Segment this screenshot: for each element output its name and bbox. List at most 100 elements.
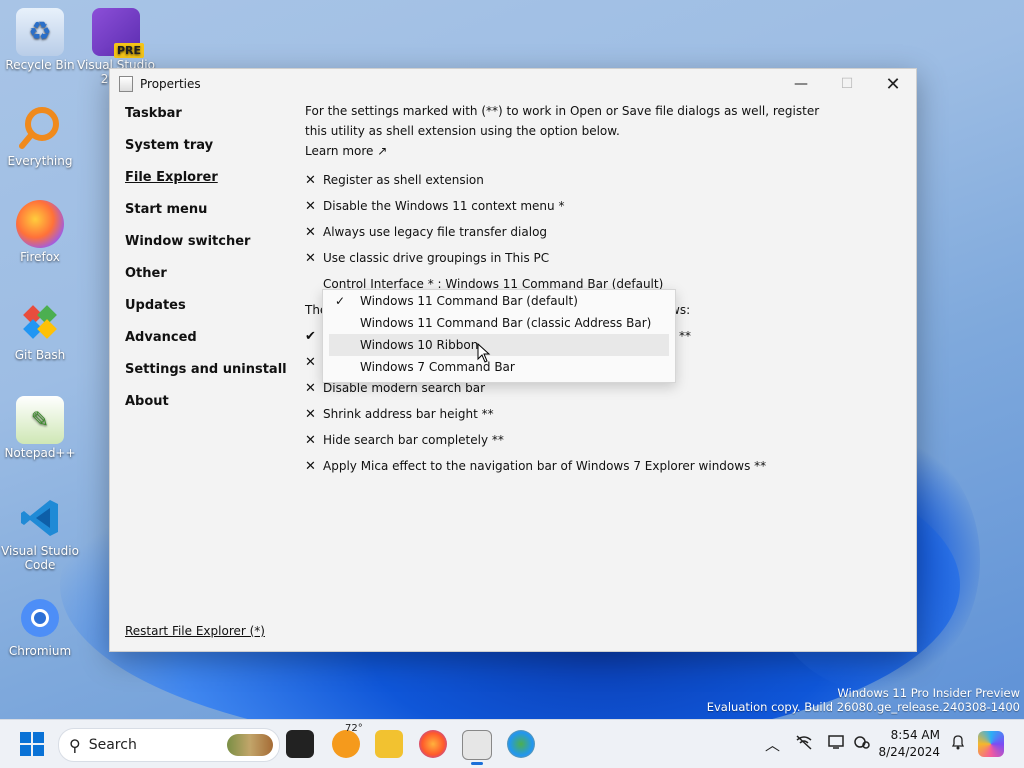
weather-temperature: 72° — [345, 723, 363, 734]
option-mica-effect[interactable]: ✕ Apply Mica effect to the navigation ba… — [305, 453, 895, 479]
nav-item-start-menu[interactable]: Start menu — [125, 201, 295, 233]
watermark-line-1: Windows 11 Pro Insider Preview — [837, 686, 1020, 700]
system-clock[interactable]: 8:54 AM 8/24/2024 — [878, 727, 940, 761]
windows-logo-pane — [20, 745, 31, 756]
desktop-icon-label: Firefox — [20, 250, 60, 264]
nav-item-system-tray[interactable]: System tray — [125, 137, 295, 169]
control-interface-dropdown: ✓ Windows 11 Command Bar (default) Windo… — [322, 289, 676, 383]
dropdown-item-win7-command-bar[interactable]: Windows 7 Command Bar — [323, 356, 675, 378]
settings-nav: Taskbar System tray File Explorer Start … — [125, 105, 295, 425]
nav-item-updates[interactable]: Updates — [125, 297, 295, 329]
notepad-plus-plus-icon: ✎ — [16, 396, 64, 444]
nav-item-file-explorer[interactable]: File Explorer — [125, 169, 295, 201]
evaluation-watermark: Windows 11 Pro Insider Preview Evaluatio… — [707, 686, 1020, 714]
desktop-icon-vscode[interactable]: Visual Studio Code — [0, 494, 80, 572]
nav-item-settings-uninstall[interactable]: Settings and uninstall — [125, 361, 295, 393]
dropdown-item-win11-classic-address[interactable]: Windows 11 Command Bar (classic Address … — [323, 312, 675, 334]
maximize-button[interactable]: ☐ — [824, 69, 870, 99]
desktop-icon-label: Recycle Bin — [5, 58, 75, 72]
check-icon: ✓ — [335, 294, 346, 308]
desktop-icon-everything[interactable]: Everything — [0, 104, 80, 168]
unchecked-x-icon: ✕ — [305, 458, 316, 474]
watermark-line-2: Evaluation copy. Build 26080.ge_release.… — [706, 700, 1020, 714]
intro-text-line-1: For the settings marked with (**) to wor… — [305, 104, 820, 118]
learn-more-link[interactable]: Learn more ↗ — [305, 141, 895, 161]
unchecked-x-icon: ✕ — [305, 432, 316, 448]
window-title: Properties — [140, 77, 201, 91]
notification-bell-icon[interactable] — [950, 734, 966, 754]
windows-logo-pane — [33, 745, 44, 756]
taskbar: ⚲ Search 72° ︿ 8:54 AM 8/24/2024 — [0, 719, 1024, 768]
paint-icon[interactable] — [507, 730, 535, 758]
firefox-icon — [16, 200, 64, 248]
option-label: Disable modern search bar — [323, 381, 486, 395]
dropdown-item-win11-command-bar[interactable]: ✓ Windows 11 Command Bar (default) — [323, 290, 675, 312]
dropdown-item-label: Windows 11 Command Bar (classic Address … — [360, 316, 652, 330]
option-shrink-address-bar[interactable]: ✕ Shrink address bar height ** — [305, 401, 895, 427]
nav-item-about[interactable]: About — [125, 393, 295, 425]
minimize-button[interactable]: — — [778, 69, 824, 99]
properties-taskbar-icon[interactable] — [462, 730, 492, 765]
recycle-bin-icon: ♻ — [16, 8, 64, 56]
chromium-icon — [16, 594, 64, 642]
taskbar-search[interactable]: ⚲ Search — [58, 728, 280, 762]
intro-text-line-2: this utility as shell extension using th… — [305, 124, 620, 138]
option-label: Hide search bar completely ** — [323, 433, 504, 447]
option-label: Shrink address bar height ** — [323, 407, 494, 421]
desktop-icon-chromium[interactable]: Chromium — [0, 594, 80, 658]
clock-date: 8/24/2024 — [878, 745, 940, 759]
option-label: Disable the Windows 11 context menu * — [323, 199, 565, 213]
network-off-icon[interactable] — [795, 734, 813, 754]
desktop-icon-git-bash[interactable]: Git Bash — [0, 298, 80, 362]
weather-icon[interactable] — [332, 730, 360, 758]
dropdown-item-win10-ribbon[interactable]: Windows 10 Ribbon — [329, 334, 669, 356]
nav-item-other[interactable]: Other — [125, 265, 295, 297]
desktop-icon-notepad-plus-plus[interactable]: ✎ Notepad++ — [0, 396, 80, 460]
desktop-icon-label: Chromium — [8, 644, 72, 658]
magnifier-orange-icon — [16, 104, 64, 152]
unchecked-x-icon: ✕ — [305, 354, 316, 370]
option-register-shell-extension[interactable]: ✕ Register as shell extension — [305, 167, 895, 193]
unchecked-x-icon: ✕ — [305, 224, 316, 240]
option-hide-search-bar[interactable]: ✕ Hide search bar completely ** — [305, 427, 895, 453]
desktop-icon-label: Git Bash — [14, 348, 66, 362]
title-bar[interactable]: Properties — ☐ ✕ — [110, 69, 916, 99]
display-icon[interactable] — [827, 734, 845, 754]
search-placeholder: Search — [88, 737, 137, 753]
option-classic-drive-groupings[interactable]: ✕ Use classic drive groupings in This PC — [305, 245, 895, 271]
nav-item-advanced[interactable]: Advanced — [125, 329, 295, 361]
option-label-end: ** — [679, 329, 691, 343]
windows-logo-pane — [33, 732, 44, 743]
file-explorer-icon[interactable] — [375, 730, 403, 758]
search-highlight-image — [227, 734, 273, 756]
nav-item-taskbar[interactable]: Taskbar — [125, 105, 295, 137]
dropdown-item-label: Windows 10 Ribbon — [360, 338, 479, 352]
restart-file-explorer-link[interactable]: Restart File Explorer (*) — [125, 624, 265, 638]
copilot-icon[interactable] — [978, 731, 1004, 757]
option-label: Apply Mica effect to the navigation bar … — [323, 459, 767, 473]
search-icon: ⚲ — [69, 735, 81, 755]
windows-logo-icon — [20, 732, 31, 743]
vscode-icon — [16, 494, 64, 542]
close-button[interactable]: ✕ — [870, 69, 916, 99]
clock-time: 8:54 AM — [890, 728, 940, 742]
desktop-icon-label: Visual Studio Code — [1, 544, 79, 572]
task-view-icon[interactable] — [286, 730, 314, 758]
unchecked-x-icon: ✕ — [305, 406, 316, 422]
option-label: Use classic drive groupings in This PC — [323, 251, 550, 265]
settings-sync-icon[interactable] — [853, 734, 871, 754]
option-legacy-file-transfer[interactable]: ✕ Always use legacy file transfer dialog — [305, 219, 895, 245]
desktop-icon-label: Everything — [7, 154, 73, 168]
firefox-taskbar-icon[interactable] — [419, 730, 447, 758]
start-button[interactable] — [20, 732, 44, 756]
show-hidden-icons-chevron[interactable]: ︿ — [765, 734, 780, 755]
option-label: Register as shell extension — [323, 173, 484, 187]
unchecked-x-icon: ✕ — [305, 198, 316, 214]
desktop-icon-firefox[interactable]: Firefox — [0, 200, 80, 264]
unchecked-x-icon: ✕ — [305, 250, 316, 266]
checked-icon: ✔ — [305, 328, 316, 344]
option-disable-context-menu[interactable]: ✕ Disable the Windows 11 context menu * — [305, 193, 895, 219]
nav-item-window-switcher[interactable]: Window switcher — [125, 233, 295, 265]
desktop-icon-recycle-bin[interactable]: ♻ Recycle Bin — [0, 8, 80, 72]
desktop-icon-label: Notepad++ — [4, 446, 76, 460]
